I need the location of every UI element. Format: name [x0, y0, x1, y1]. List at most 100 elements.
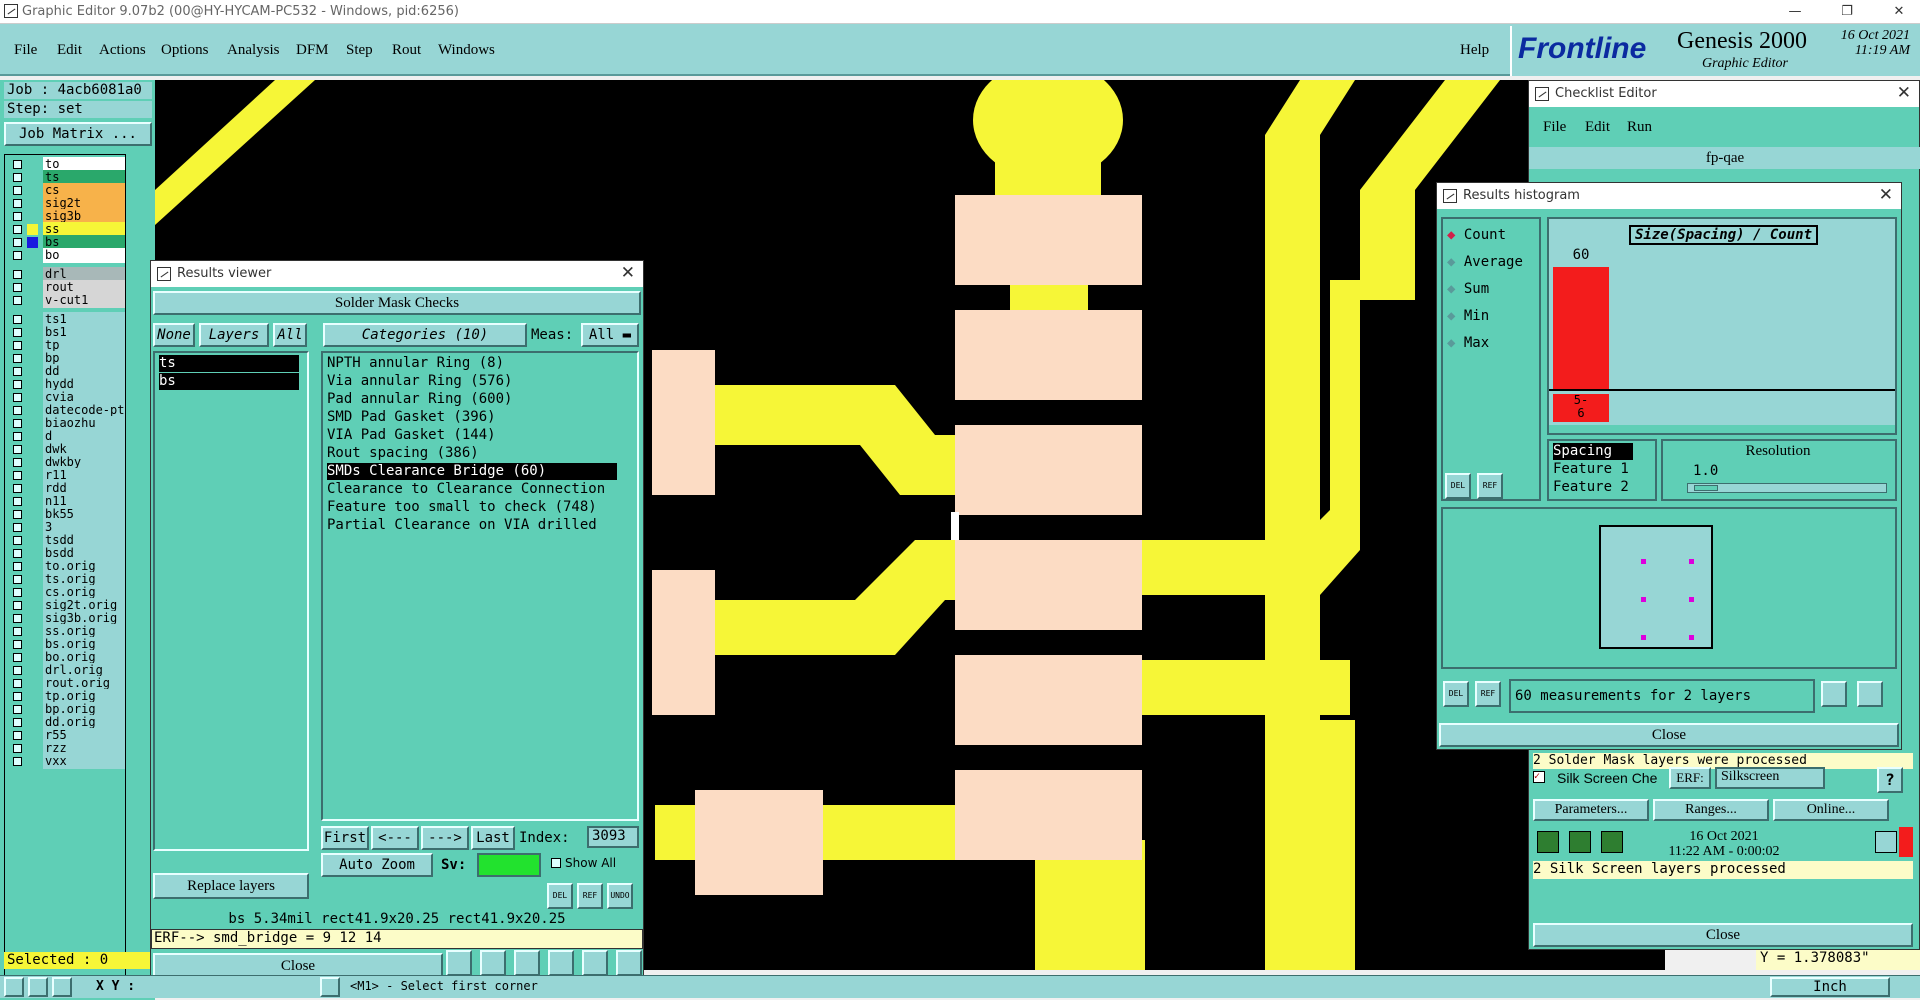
undo-button[interactable]: UNDO	[607, 883, 633, 909]
parameters-button[interactable]: Parameters...	[1533, 799, 1649, 821]
menu-file[interactable]: File	[14, 42, 37, 59]
layer-color-swatch[interactable]	[27, 444, 38, 455]
run-icon[interactable]	[1601, 831, 1623, 853]
index-input[interactable]: 3093	[587, 826, 639, 848]
cancel-icon[interactable]	[514, 950, 540, 976]
radio-icon[interactable]: ◆	[1447, 281, 1455, 297]
show-all-checkbox[interactable]	[551, 858, 561, 868]
unit-dropdown[interactable]: Inch	[1770, 977, 1890, 997]
layer-color-swatch[interactable]	[27, 282, 38, 293]
layer-color-swatch[interactable]	[27, 366, 38, 377]
layer-checkbox[interactable]	[13, 536, 22, 545]
layer-checkbox[interactable]	[13, 173, 22, 182]
layer-checkbox[interactable]	[13, 341, 22, 350]
sv-color-dropdown[interactable]	[477, 853, 541, 877]
report-icon[interactable]	[1857, 681, 1883, 707]
list-item[interactable]: NPTH annular Ring (8)	[327, 355, 504, 372]
select-tool-icon[interactable]	[4, 977, 24, 997]
layers-button[interactable]: Layers	[199, 323, 269, 347]
layer-color-swatch[interactable]	[27, 159, 38, 170]
grid-tool-icon[interactable]	[52, 977, 72, 997]
list-item[interactable]: Partial Clearance on VIA drilled	[327, 517, 597, 534]
menu-help[interactable]: Help	[1460, 42, 1489, 59]
erf-value[interactable]: Silkscreen	[1715, 767, 1825, 789]
layer-color-swatch[interactable]	[27, 613, 38, 624]
layer-color-swatch[interactable]	[27, 639, 38, 650]
layer-color-swatch[interactable]	[27, 457, 38, 468]
close-icon[interactable]: ✕	[1879, 185, 1893, 205]
restore-button[interactable]: ❐	[1832, 2, 1862, 22]
layer-checkbox[interactable]	[13, 406, 22, 415]
layer-checkbox[interactable]	[13, 225, 22, 234]
stop-icon[interactable]	[480, 950, 506, 976]
run-icon[interactable]	[548, 950, 574, 976]
list-item[interactable]: Feature 1	[1553, 461, 1629, 478]
layer-checkbox[interactable]	[13, 212, 22, 221]
layer-checkbox[interactable]	[13, 432, 22, 441]
layer-color-swatch[interactable]	[27, 535, 38, 546]
close-icon[interactable]: ✕	[621, 263, 635, 283]
layer-checkbox[interactable]	[13, 614, 22, 623]
layer-checkbox[interactable]	[13, 744, 22, 753]
layer-color-swatch[interactable]	[27, 587, 38, 598]
run-icon[interactable]	[1537, 831, 1559, 853]
layer-checkbox[interactable]	[13, 354, 22, 363]
close-icon[interactable]: ✕	[1897, 83, 1911, 103]
prev-button[interactable]: <---	[371, 826, 419, 850]
layer-checkbox[interactable]	[13, 562, 22, 571]
menu-actions[interactable]: Actions	[99, 42, 146, 59]
layer-color-swatch[interactable]	[27, 600, 38, 611]
ranges-button[interactable]: Ranges...	[1653, 799, 1769, 821]
all-button[interactable]: All	[273, 323, 307, 347]
list-item[interactable]: ts	[159, 355, 299, 372]
next-button[interactable]: --->	[421, 826, 469, 850]
layer-checkbox[interactable]	[13, 757, 22, 766]
layer-checkbox[interactable]	[13, 627, 22, 636]
ref-button[interactable]: REF	[577, 883, 603, 909]
layer-color-swatch[interactable]	[27, 172, 38, 183]
layer-name[interactable]: v-cut1	[43, 293, 125, 308]
layer-checkbox[interactable]	[13, 296, 22, 305]
layer-checkbox[interactable]	[13, 458, 22, 467]
list-item[interactable]: SMD Pad Gasket (396)	[327, 409, 496, 426]
list-item[interactable]: Pad annular Ring (600)	[327, 391, 512, 408]
list-item[interactable]: bs	[159, 373, 299, 390]
layer-checkbox[interactable]	[13, 575, 22, 584]
menu-options[interactable]: Options	[161, 42, 209, 59]
layer-checkbox[interactable]	[13, 199, 22, 208]
layer-checkbox[interactable]	[13, 692, 22, 701]
layer-color-swatch[interactable]	[27, 224, 38, 235]
layer-checkbox[interactable]	[13, 445, 22, 454]
layer-color-swatch[interactable]	[27, 269, 38, 280]
menu-analysis[interactable]: Analysis	[227, 42, 280, 59]
layer-color-swatch[interactable]	[27, 250, 38, 261]
list-item[interactable]: VIA Pad Gasket (144)	[327, 427, 496, 444]
layer-color-swatch[interactable]	[27, 522, 38, 533]
layer-color-swatch[interactable]	[27, 548, 38, 559]
layer-checkbox[interactable]	[13, 251, 22, 260]
layer-color-swatch[interactable]	[27, 678, 38, 689]
layer-checkbox[interactable]	[13, 367, 22, 376]
layer-color-swatch[interactable]	[27, 392, 38, 403]
category-list[interactable]: NPTH annular Ring (8) Via annular Ring (5…	[321, 351, 639, 821]
layer-checkbox[interactable]	[13, 497, 22, 506]
list-item[interactable]: SMDs Clearance Bridge (60)	[327, 463, 617, 480]
checklist-close-button[interactable]: Close	[1533, 923, 1913, 947]
menu-step[interactable]: Step	[346, 42, 373, 59]
replace-layers-button[interactable]: Replace layers	[153, 873, 309, 899]
layer-checkbox[interactable]	[13, 588, 22, 597]
layer-color-swatch[interactable]	[27, 691, 38, 702]
zoom-icon[interactable]	[1875, 831, 1897, 853]
layer-row[interactable]: vxx	[7, 754, 125, 769]
layer-checkbox[interactable]	[13, 484, 22, 493]
layer-color-swatch[interactable]	[27, 743, 38, 754]
option-radio[interactable]: ◆ Min	[1447, 308, 1489, 324]
online-button[interactable]: Online...	[1773, 799, 1889, 821]
resolution-slider[interactable]	[1687, 483, 1887, 493]
option-radio[interactable]: ◆ Count	[1447, 227, 1506, 243]
layer-checkbox[interactable]	[13, 666, 22, 675]
field-list[interactable]: Spacing Feature 1 Feature 2	[1547, 439, 1657, 501]
layer-checkbox[interactable]	[13, 679, 22, 688]
layer-checkbox[interactable]	[13, 653, 22, 662]
layer-checkbox[interactable]	[13, 186, 22, 195]
